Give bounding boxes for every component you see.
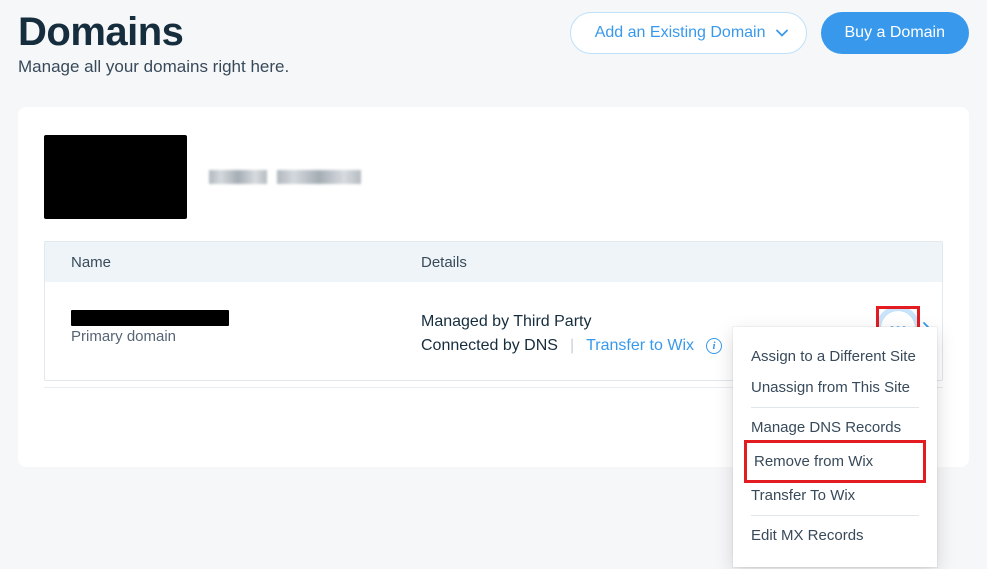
buy-domain-label: Buy a Domain	[845, 24, 946, 42]
connected-by-text: Connected by DNS	[421, 334, 558, 358]
primary-domain-label: Primary domain	[71, 328, 421, 345]
domains-card: Name Details Primary domain Managed by T…	[18, 107, 969, 467]
menu-item-remove-from-wix[interactable]: Remove from Wix	[744, 440, 926, 483]
menu-item-manage-dns[interactable]: Manage DNS Records	[747, 412, 923, 443]
more-actions-menu: Assign to a Different Site Unassign from…	[733, 327, 937, 567]
add-existing-domain-label: Add an Existing Domain	[595, 24, 766, 42]
menu-item-transfer-to-wix[interactable]: Transfer To Wix	[747, 480, 923, 511]
site-title-redacted	[209, 170, 361, 184]
page-title: Domains	[18, 10, 183, 55]
column-header-name: Name	[71, 254, 421, 271]
chevron-down-icon	[776, 24, 788, 42]
add-existing-domain-button[interactable]: Add an Existing Domain	[570, 12, 807, 54]
menu-item-edit-mx[interactable]: Edit MX Records	[747, 520, 923, 551]
domain-name-redacted	[71, 310, 229, 326]
menu-item-unassign[interactable]: Unassign from This Site	[747, 372, 923, 403]
menu-divider	[751, 515, 919, 516]
page-subtitle: Manage all your domains right here.	[18, 57, 969, 77]
site-header	[18, 107, 969, 241]
info-icon[interactable]: i	[706, 338, 722, 354]
site-thumbnail	[44, 135, 187, 219]
transfer-to-wix-link[interactable]: Transfer to Wix	[586, 334, 694, 358]
table-header: Name Details	[45, 242, 942, 282]
column-header-details: Details	[421, 254, 836, 271]
menu-item-assign-different-site[interactable]: Assign to a Different Site	[747, 341, 923, 372]
separator: |	[570, 334, 574, 358]
buy-domain-button[interactable]: Buy a Domain	[821, 12, 970, 54]
menu-divider	[751, 407, 919, 408]
